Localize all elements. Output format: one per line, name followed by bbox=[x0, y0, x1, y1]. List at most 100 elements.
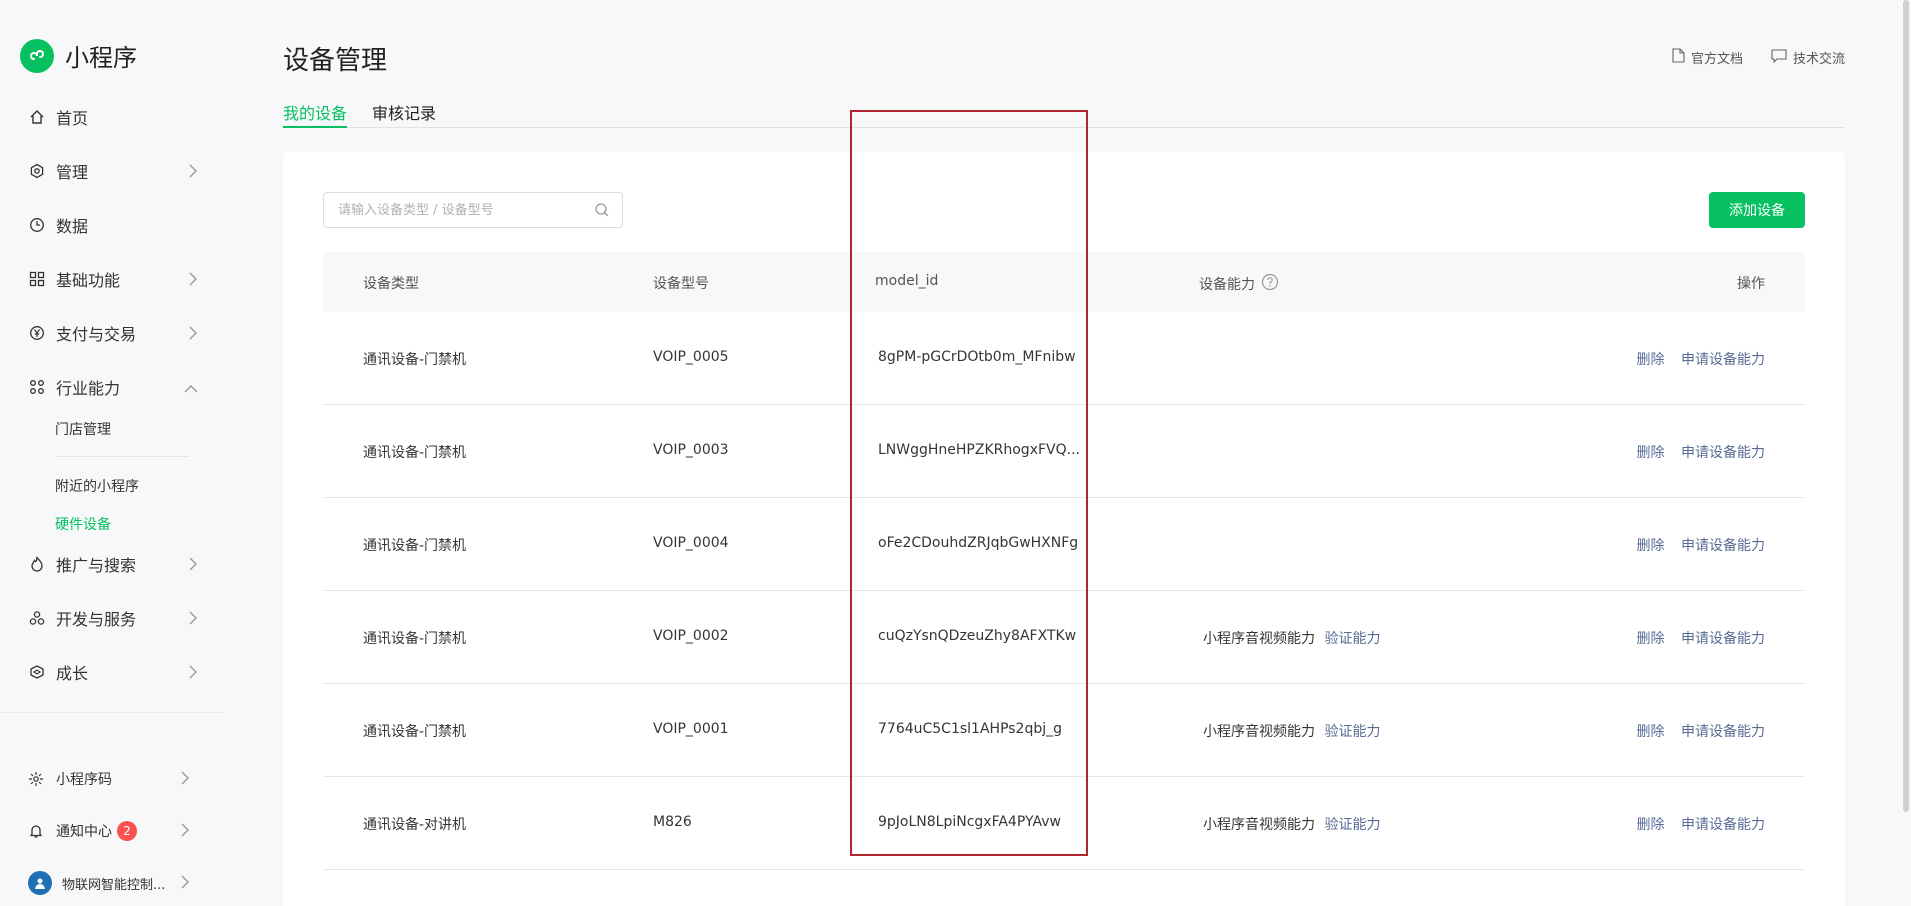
delete-link[interactable]: 删除 bbox=[1637, 724, 1665, 740]
sidebar-subitem-hardware[interactable]: 硬件设备 bbox=[55, 514, 111, 534]
sidebar-item-label: 数据 bbox=[56, 217, 89, 236]
sidebar-item-data[interactable]: 数据 bbox=[28, 210, 198, 240]
chevron-right-icon bbox=[188, 163, 198, 182]
header-links: 官方文档 技术交流 bbox=[1672, 48, 1845, 67]
sidebar-item-growth[interactable]: 成长 bbox=[28, 657, 198, 687]
cell-capability: 小程序音视频能力 验证能力 bbox=[1203, 628, 1380, 648]
page-title: 设备管理 bbox=[283, 46, 388, 76]
sidebar-item-payment[interactable]: 支付与交易 bbox=[28, 318, 198, 348]
cell-capability: 小程序音视频能力 验证能力 bbox=[1203, 721, 1380, 741]
grid-icon bbox=[28, 270, 46, 288]
chevron-right-icon bbox=[188, 664, 198, 683]
sidebar-item-label: 行业能力 bbox=[56, 379, 121, 398]
sidebar-item-label: 开发与服务 bbox=[56, 610, 137, 629]
qrcode-icon bbox=[28, 771, 46, 787]
sidebar-item-label: 成长 bbox=[56, 664, 89, 683]
yen-icon bbox=[28, 324, 46, 342]
cell-type: 通讯设备-门禁机 bbox=[363, 445, 467, 461]
dev-icon bbox=[28, 609, 46, 627]
help-icon[interactable] bbox=[1261, 273, 1279, 295]
cell-model: VOIP_0001 bbox=[653, 721, 729, 737]
industry-icon bbox=[28, 378, 46, 396]
cell-type: 通讯设备-门禁机 bbox=[363, 352, 467, 368]
cell-type: 通讯设备-对讲机 bbox=[363, 817, 467, 833]
cell-actions: 删除 申请设备能力 bbox=[1637, 628, 1765, 648]
table-row: 通讯设备-门禁机 VOIP_0004 oFe2CDouhdZRJqbGwHXNF… bbox=[323, 498, 1805, 591]
capability-text: 小程序音视频能力 bbox=[1203, 817, 1315, 833]
column-header-actions: 操作 bbox=[1737, 276, 1765, 292]
delete-link[interactable]: 删除 bbox=[1637, 538, 1665, 554]
tab-review-records[interactable]: 审核记录 bbox=[372, 100, 436, 124]
sidebar-item-basic-features[interactable]: 基础功能 bbox=[28, 264, 198, 294]
sidebar-item-industry[interactable]: 行业能力 bbox=[28, 372, 198, 402]
mini-program-logo-icon bbox=[20, 38, 54, 73]
clock-icon bbox=[28, 216, 46, 234]
delete-link[interactable]: 删除 bbox=[1637, 817, 1665, 833]
verify-capability-link[interactable]: 验证能力 bbox=[1324, 817, 1380, 833]
sidebar-item-label: 基础功能 bbox=[56, 271, 121, 290]
delete-link[interactable]: 删除 bbox=[1637, 445, 1665, 461]
home-icon bbox=[28, 108, 46, 126]
apply-capability-link[interactable]: 申请设备能力 bbox=[1681, 631, 1765, 647]
account-name: 物联网智能控制... bbox=[62, 877, 166, 893]
cell-actions: 删除 申请设备能力 bbox=[1637, 721, 1765, 741]
sidebar-item-label: 支付与交易 bbox=[56, 325, 137, 344]
column-header-capability: 设备能力 bbox=[1199, 277, 1255, 293]
tab-my-devices[interactable]: 我的设备 bbox=[283, 100, 347, 124]
sidebar-subitem-nearby[interactable]: 附近的小程序 bbox=[55, 476, 139, 496]
link-label: 官方文档 bbox=[1690, 52, 1743, 67]
sidebar-divider bbox=[55, 456, 189, 457]
sidebar-subitem-store[interactable]: 门店管理 bbox=[55, 419, 111, 439]
delete-link[interactable]: 删除 bbox=[1637, 352, 1665, 368]
cell-model-id: 8gPM-pGCrDOtb0m_MFnibw bbox=[878, 349, 1076, 365]
search-box bbox=[323, 192, 623, 228]
table-header: 设备类型 设备型号 model_id 设备能力 操作 bbox=[323, 252, 1805, 312]
app-root: 小程序 首页 管理 数据 基础功能 支付与交易 行业能力 门店管理 附近的小程序… bbox=[0, 0, 1911, 906]
delete-link[interactable]: 删除 bbox=[1637, 631, 1665, 647]
apply-capability-link[interactable]: 申请设备能力 bbox=[1681, 817, 1765, 833]
chevron-right-icon bbox=[180, 875, 190, 893]
cell-capability bbox=[1203, 535, 1208, 551]
app-logo[interactable]: 小程序 bbox=[20, 38, 137, 73]
sidebar-item-label: 推广与搜索 bbox=[56, 556, 137, 575]
bell-icon bbox=[28, 823, 46, 839]
cell-model-id: 9pJoLN8LpiNcgxFA4PYAvw bbox=[878, 814, 1061, 830]
sidebar-item-label: 通知中心 bbox=[56, 824, 112, 840]
link-label: 技术交流 bbox=[1792, 52, 1845, 67]
chevron-right-icon bbox=[180, 771, 190, 789]
table-row: 通讯设备-门禁机 VOIP_0005 8gPM-pGCrDOtb0m_MFnib… bbox=[323, 312, 1805, 405]
cell-actions: 删除 申请设备能力 bbox=[1637, 814, 1765, 834]
search-input[interactable] bbox=[338, 193, 588, 227]
apply-capability-link[interactable]: 申请设备能力 bbox=[1681, 352, 1765, 368]
chevron-right-icon bbox=[180, 823, 190, 841]
sidebar-item-home[interactable]: 首页 bbox=[28, 102, 198, 132]
apply-capability-link[interactable]: 申请设备能力 bbox=[1681, 538, 1765, 554]
sidebar-item-dev-services[interactable]: 开发与服务 bbox=[28, 603, 198, 633]
apply-capability-link[interactable]: 申请设备能力 bbox=[1681, 724, 1765, 740]
cell-capability: 小程序音视频能力 验证能力 bbox=[1203, 814, 1380, 834]
capability-text: 小程序音视频能力 bbox=[1203, 724, 1315, 740]
apply-capability-link[interactable]: 申请设备能力 bbox=[1681, 445, 1765, 461]
settings-icon bbox=[28, 162, 46, 180]
sidebar-item-promotion[interactable]: 推广与搜索 bbox=[28, 549, 198, 579]
column-header-capability-wrap: 设备能力 bbox=[1199, 273, 1279, 295]
sidebar-item-qrcode[interactable]: 小程序码 bbox=[28, 766, 190, 792]
verify-capability-link[interactable]: 验证能力 bbox=[1324, 631, 1380, 647]
verify-capability-link[interactable]: 验证能力 bbox=[1324, 724, 1380, 740]
cell-model: M826 bbox=[653, 814, 692, 830]
sidebar-item-manage[interactable]: 管理 bbox=[28, 156, 198, 186]
chat-icon bbox=[1771, 48, 1787, 67]
chevron-right-icon bbox=[188, 556, 198, 575]
chevron-up-icon bbox=[184, 379, 198, 398]
page-scrollbar[interactable] bbox=[1903, 0, 1909, 812]
tech-exchange-link[interactable]: 技术交流 bbox=[1771, 48, 1845, 67]
document-icon bbox=[1672, 48, 1685, 67]
search-icon[interactable] bbox=[594, 202, 610, 222]
cell-type: 通讯设备-门禁机 bbox=[363, 631, 467, 647]
sidebar-item-notifications[interactable]: 通知中心 2 bbox=[28, 818, 190, 844]
table-row: 通讯设备-门禁机 VOIP_0003 LNWggHneHPZKRhogxFVQ.… bbox=[323, 405, 1805, 498]
column-header-type: 设备类型 bbox=[363, 276, 419, 292]
add-device-button[interactable]: 添加设备 bbox=[1709, 192, 1805, 228]
sidebar-item-account[interactable]: 物联网智能控制... bbox=[28, 870, 190, 896]
official-docs-link[interactable]: 官方文档 bbox=[1672, 48, 1743, 67]
